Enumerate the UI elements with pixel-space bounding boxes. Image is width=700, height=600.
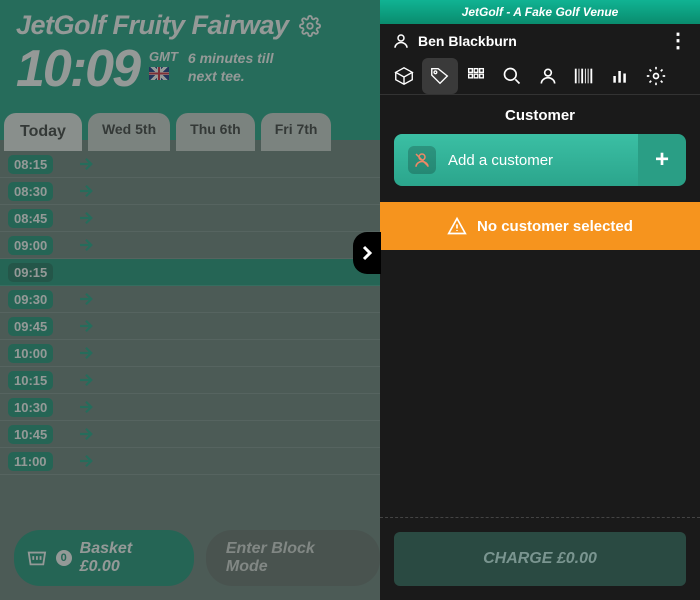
arrow-right-icon [77, 398, 95, 416]
slot-time: 08:15 [8, 155, 53, 174]
timezone: GMT [149, 49, 178, 64]
header: JetGolf Fruity Fairway 10:09 GMT 6 minut… [0, 0, 380, 103]
add-person-icon [408, 146, 436, 174]
time-slots: 08:15 08:30 08:45 09:00 09:15 09:30 09:45 10:00… [0, 151, 380, 475]
toolbar-settings-button[interactable] [638, 58, 674, 94]
slot-time: 09:15 [8, 263, 53, 282]
tab-today[interactable]: Today [4, 113, 82, 151]
time-slot[interactable]: 10:00 [0, 340, 380, 367]
toolbar [380, 58, 700, 95]
time-slot[interactable]: 09:45 [0, 313, 380, 340]
slot-time: 09:45 [8, 317, 53, 336]
plus-icon: + [655, 146, 669, 174]
slot-time: 10:15 [8, 371, 53, 390]
panel-venue-title: JetGolf - A Fake Golf Venue [380, 0, 700, 24]
basket-label: Basket £0.00 [80, 540, 176, 576]
time-slot[interactable]: 08:30 [0, 178, 380, 205]
uk-flag-icon [149, 67, 169, 80]
toolbar-tag-button[interactable] [422, 58, 458, 94]
add-plus-button[interactable]: + [638, 134, 686, 186]
search-icon [502, 66, 522, 86]
arrow-right-icon [77, 290, 95, 308]
tab-fri[interactable]: Fri 7th [261, 113, 332, 151]
date-tabs: Today Wed 5th Thu 6th Fri 7th [0, 113, 380, 151]
chevron-right-icon [361, 244, 373, 262]
toolbar-customer-button[interactable] [530, 58, 566, 94]
slot-time: 08:30 [8, 182, 53, 201]
user-name: Ben Blackburn [418, 33, 660, 49]
charge-button[interactable]: CHARGE £0.00 [394, 532, 686, 586]
add-customer-label: Add a customer [448, 152, 553, 169]
schedule-pane: JetGolf Fruity Fairway 10:09 GMT 6 minut… [0, 0, 380, 600]
arrow-right-icon [77, 209, 95, 227]
box-icon [393, 65, 415, 87]
time-slot[interactable]: 10:30 [0, 394, 380, 421]
tag-icon [429, 65, 451, 87]
slot-time: 09:30 [8, 290, 53, 309]
time-slot[interactable]: 10:15 [0, 367, 380, 394]
spacer [380, 250, 700, 518]
time-slot[interactable]: 09:30 [0, 286, 380, 313]
user-row: Ben Blackburn ⋮ [380, 24, 700, 58]
block-mode-button[interactable]: Enter Block Mode [206, 530, 380, 586]
slot-time: 10:45 [8, 425, 53, 444]
slot-time: 09:00 [8, 236, 53, 255]
gear-icon [646, 66, 666, 86]
customer-pane: JetGolf - A Fake Golf Venue Ben Blackbur… [380, 0, 700, 600]
section-title: Customer [380, 95, 700, 134]
collapse-panel-button[interactable] [353, 232, 381, 274]
warning-banner: No customer selected [380, 202, 700, 250]
venue-title: JetGolf Fruity Fairway [16, 10, 289, 41]
toolbar-products-button[interactable] [386, 58, 422, 94]
arrow-right-icon [77, 371, 95, 389]
basket-badge: 0 [56, 550, 72, 566]
toolbar-keypad-button[interactable] [458, 58, 494, 94]
barcode-icon [573, 66, 595, 86]
warning-icon [447, 216, 467, 236]
time-slot[interactable]: 09:15 [0, 259, 380, 286]
time-slot[interactable]: 11:00 [0, 448, 380, 475]
tab-thu[interactable]: Thu 6th [176, 113, 255, 151]
slot-time: 11:00 [8, 452, 53, 471]
toolbar-barcode-button[interactable] [566, 58, 602, 94]
slot-time: 08:45 [8, 209, 53, 228]
gear-icon[interactable] [299, 15, 321, 37]
person-icon [538, 66, 558, 86]
time-slot[interactable]: 08:15 [0, 151, 380, 178]
user-icon [392, 32, 410, 50]
basket-button[interactable]: 0 Basket £0.00 [14, 530, 194, 586]
kebab-menu-icon[interactable]: ⋮ [668, 37, 688, 45]
add-customer-row: Add a customer + [394, 134, 686, 186]
clock: 10:09 [16, 43, 139, 95]
toolbar-reports-button[interactable] [602, 58, 638, 94]
arrow-right-icon [77, 452, 95, 470]
arrow-right-icon [77, 425, 95, 443]
warning-text: No customer selected [477, 218, 633, 235]
arrow-right-icon [77, 155, 95, 173]
add-customer-button[interactable]: Add a customer [394, 134, 638, 186]
arrow-right-icon [77, 344, 95, 362]
time-slot[interactable]: 08:45 [0, 205, 380, 232]
keypad-icon [465, 65, 487, 87]
slot-time: 10:00 [8, 344, 53, 363]
basket-icon [26, 547, 48, 569]
bars-icon [610, 66, 630, 86]
toolbar-search-button[interactable] [494, 58, 530, 94]
slot-time: 10:30 [8, 398, 53, 417]
time-slot[interactable]: 09:00 [0, 232, 380, 259]
tab-wed[interactable]: Wed 5th [88, 113, 170, 151]
arrow-right-icon [77, 182, 95, 200]
next-tee-info: 6 minutes tillnext tee. [188, 43, 274, 85]
arrow-right-icon [77, 317, 95, 335]
time-slot[interactable]: 10:45 [0, 421, 380, 448]
arrow-right-icon [77, 236, 95, 254]
